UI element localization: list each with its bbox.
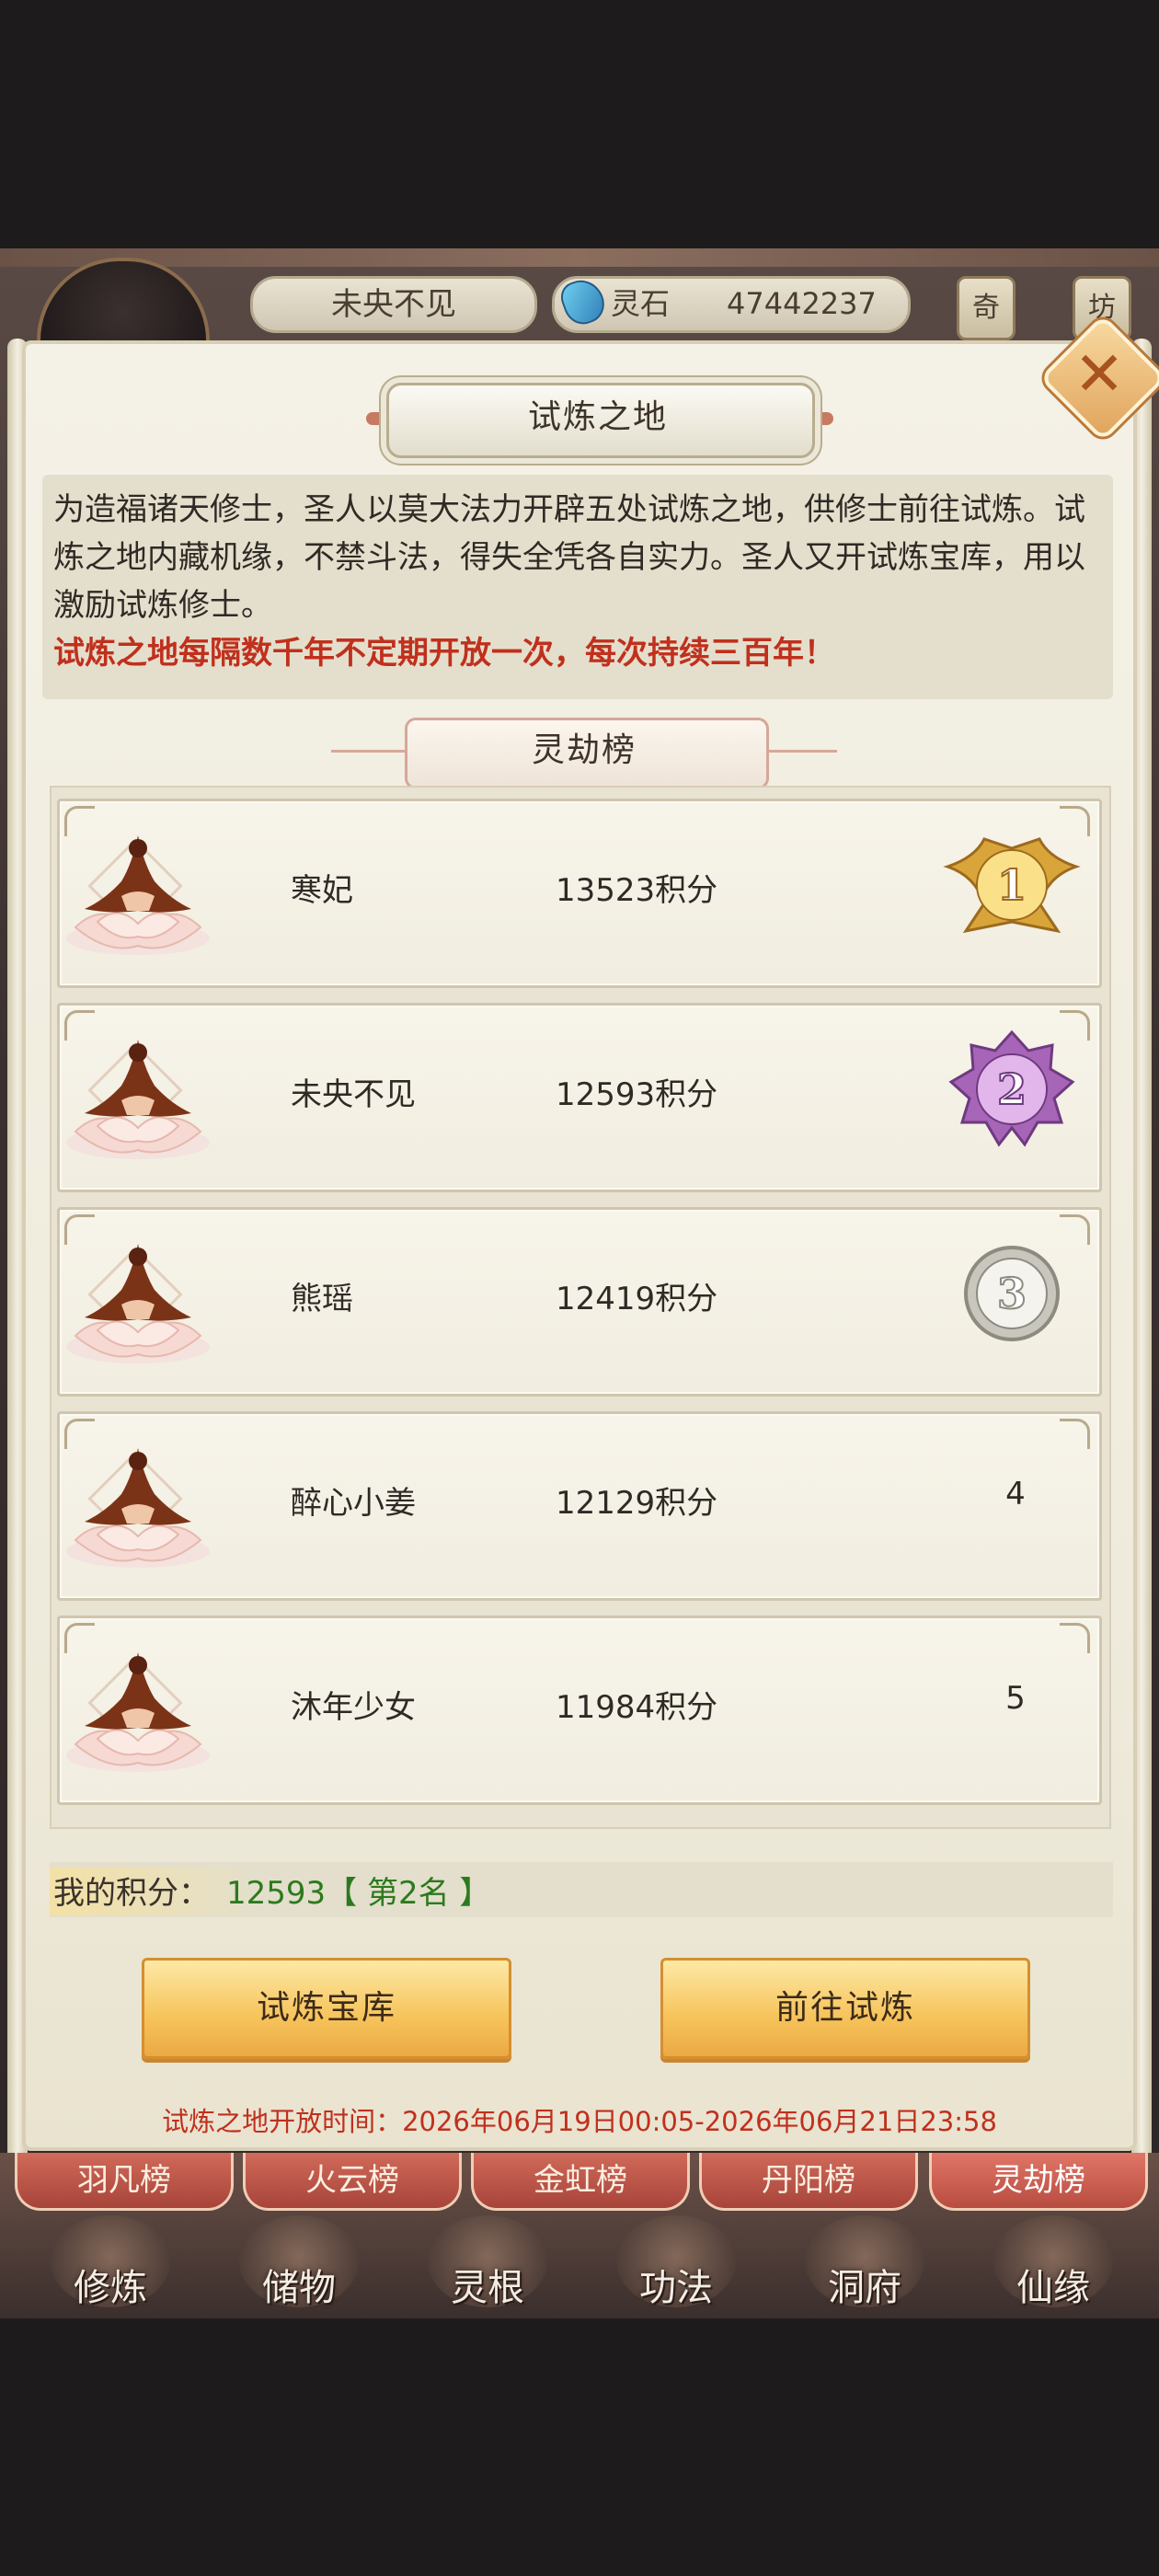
notice-text: 试炼之地每隔数千年不定期开放一次，每次持续三百年！ bbox=[53, 635, 835, 672]
rank-medal-number: 1 bbox=[997, 860, 1027, 910]
row-player-name: 未央不见 bbox=[291, 1076, 416, 1113]
spirit-stone-value: 47442237 bbox=[727, 286, 877, 321]
row-score: 13523积分 bbox=[556, 872, 718, 909]
scene-roof-strip bbox=[0, 248, 1159, 267]
bottom-nav-label[interactable]: 灵根 bbox=[396, 2265, 580, 2311]
bottom-nav-label[interactable]: 仙缘 bbox=[961, 2265, 1145, 2311]
my-score-value: 12593【 第2名 】 bbox=[226, 1875, 491, 1912]
player-avatar-icon[interactable] bbox=[57, 808, 223, 973]
rank-medal-icon: 3 bbox=[964, 1246, 1060, 1341]
spirit-stone-label: 灵石 bbox=[611, 286, 671, 321]
bottom-nav-label[interactable]: 洞府 bbox=[773, 2265, 957, 2311]
player-avatar-icon[interactable] bbox=[57, 1012, 223, 1178]
row-score: 12593积分 bbox=[556, 1076, 718, 1113]
row-score: 12129积分 bbox=[556, 1485, 718, 1522]
row-player-name: 沐年少女 bbox=[291, 1689, 416, 1726]
bottom-nav-label[interactable]: 功法 bbox=[584, 2265, 768, 2311]
tab-1[interactable]: 羽凡榜 bbox=[15, 2153, 234, 2211]
row-player-name: 醉心小姜 bbox=[291, 1485, 416, 1522]
rank-medal-icon: 2 bbox=[948, 1029, 1075, 1147]
row-player-name: 寒妃 bbox=[291, 872, 353, 909]
rank-number: 4 bbox=[1005, 1476, 1026, 1512]
bottom-nav-label[interactable]: 修炼 bbox=[18, 2265, 202, 2311]
my-score-label: 我的积分： bbox=[53, 1875, 210, 1912]
rank-number: 5 bbox=[1005, 1680, 1026, 1717]
side-tab-qi[interactable]: 奇 bbox=[957, 276, 1016, 340]
tab-5[interactable]: 灵劫榜 bbox=[929, 2153, 1148, 2211]
panel-title: 试炼之地 bbox=[527, 398, 668, 436]
row-score: 11984积分 bbox=[556, 1689, 718, 1726]
board-title: 灵劫榜 bbox=[531, 731, 637, 769]
description-text: 为造福诸天修士，圣人以莫大法力开辟五处试炼之地，供修士前往试炼。试炼之地内藏机缘… bbox=[53, 491, 1085, 624]
player-name-plate: 未央不见 bbox=[250, 276, 537, 333]
rank-medal-number: 2 bbox=[997, 1064, 1027, 1114]
row-score: 12419积分 bbox=[556, 1281, 718, 1317]
player-avatar-icon[interactable] bbox=[57, 1420, 223, 1586]
deco-line-right bbox=[763, 750, 837, 753]
deco-line-left bbox=[331, 750, 405, 753]
open-time-text: 试炼之地开放时间：2026年06月19日00:05-2026年06月21日23:… bbox=[162, 2106, 997, 2137]
player-avatar-icon[interactable] bbox=[57, 1625, 223, 1790]
rank-medal-icon: 1 bbox=[943, 837, 1081, 934]
go-trial-button[interactable]: 前往试炼 bbox=[660, 1958, 1030, 2059]
rank-medal-number: 3 bbox=[997, 1269, 1027, 1318]
tab-4[interactable]: 丹阳榜 bbox=[699, 2153, 918, 2211]
tab-2[interactable]: 火云榜 bbox=[243, 2153, 462, 2211]
treasury-button[interactable]: 试炼宝库 bbox=[142, 1958, 511, 2059]
close-icon[interactable]: ✕ bbox=[1058, 333, 1141, 416]
tab-3[interactable]: 金虹榜 bbox=[471, 2153, 690, 2211]
bottom-nav-label[interactable]: 储物 bbox=[207, 2265, 391, 2311]
row-corner-ornament bbox=[1060, 1419, 1090, 1449]
row-player-name: 熊瑶 bbox=[291, 1281, 353, 1317]
player-avatar-icon[interactable] bbox=[57, 1216, 223, 1382]
row-corner-ornament bbox=[1060, 1623, 1090, 1653]
